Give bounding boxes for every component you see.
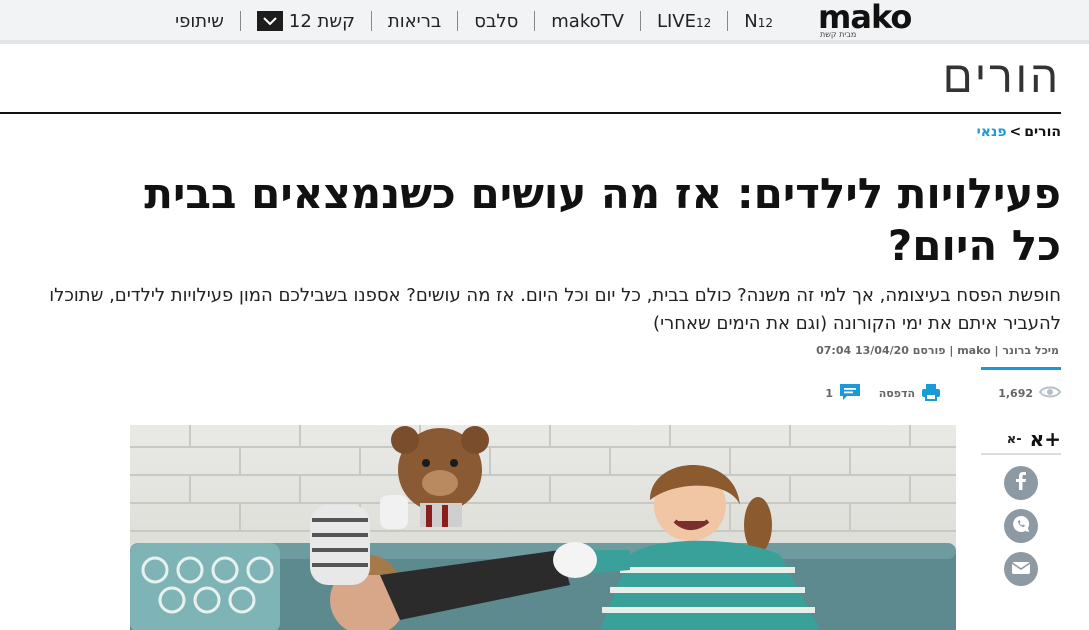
breadcrumb-separator: > bbox=[1009, 124, 1022, 140]
mako-logo[interactable]: mako מבית קשת bbox=[818, 0, 958, 40]
byline-accent-rule bbox=[981, 367, 1061, 370]
email-icon bbox=[1011, 560, 1031, 579]
font-increase-button[interactable]: א+ bbox=[1030, 427, 1061, 451]
nav-item-n12[interactable]: N12 bbox=[728, 11, 789, 32]
nav-item-makotv[interactable]: makoTV bbox=[535, 11, 640, 32]
nav-item-partnerships[interactable]: שיתופי bbox=[159, 11, 240, 32]
nav-item-live12[interactable]: LIVE12 bbox=[641, 11, 727, 32]
photo-illustration bbox=[130, 425, 956, 630]
comments-button[interactable]: 1 bbox=[825, 383, 861, 404]
breadcrumb-root[interactable]: הורים bbox=[1024, 124, 1061, 140]
comment-bubble-icon bbox=[839, 383, 861, 404]
section-divider bbox=[0, 112, 1061, 114]
eye-icon bbox=[1038, 385, 1062, 402]
breadcrumb: הורים>פנאי bbox=[977, 124, 1061, 140]
section-title: הורים bbox=[942, 52, 1061, 103]
nav-item-health[interactable]: בריאות bbox=[372, 11, 457, 32]
nav-items: N12 LIVE12 makoTV סלבס בריאות קשת 12 שית… bbox=[159, 7, 789, 35]
facebook-share-button[interactable] bbox=[1004, 466, 1038, 500]
article-subtitle: חופשת הפסח בעיצומה, אך למי זה משנה? כולם… bbox=[49, 285, 1061, 334]
nav-item-celebs[interactable]: סלבס bbox=[458, 11, 534, 32]
breadcrumb-current[interactable]: פנאי bbox=[977, 124, 1007, 140]
font-size-tools: א- א+ bbox=[981, 425, 1061, 455]
views-count: 1,692 bbox=[998, 384, 1062, 402]
chevron-down-icon[interactable] bbox=[256, 11, 283, 31]
print-button[interactable]: הדפסה bbox=[879, 383, 941, 404]
top-navigation: mako מבית קשת N12 LIVE12 makoTV סלבס ברי… bbox=[0, 0, 1089, 44]
facebook-icon bbox=[1015, 472, 1027, 494]
font-decrease-button[interactable]: א- bbox=[1007, 432, 1022, 447]
nav-item-keshet12[interactable]: קשת 12 bbox=[241, 11, 371, 32]
email-share-button[interactable] bbox=[1004, 552, 1038, 586]
article-headline: פעילויות לילדים: אז מה עושים כשנמצאים בב… bbox=[144, 169, 1061, 270]
article-byline: מיכל ברונר | mako | פורסם 13/04/20 07:04 bbox=[816, 344, 1059, 357]
whatsapp-icon bbox=[1011, 514, 1031, 538]
logo-subtitle: מבית קשת bbox=[820, 30, 857, 39]
article-main-photo bbox=[130, 425, 956, 630]
printer-icon bbox=[921, 383, 941, 404]
whatsapp-share-button[interactable] bbox=[1004, 509, 1038, 543]
